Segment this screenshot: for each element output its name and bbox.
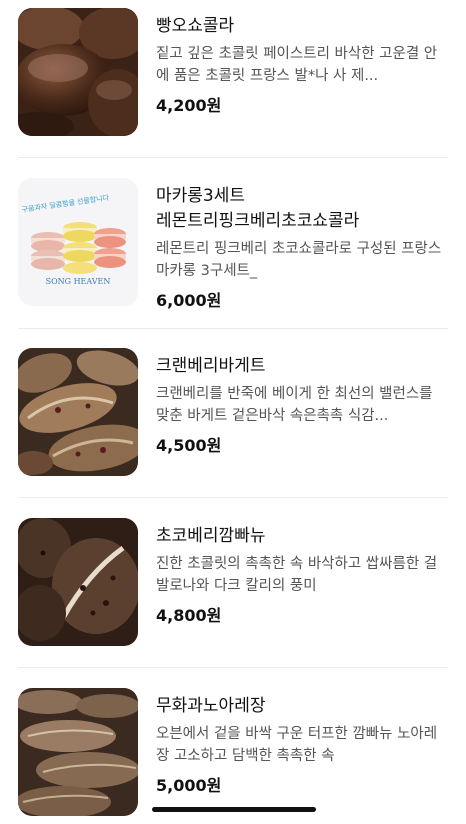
home-indicator[interactable] [152,807,316,812]
divider [18,497,448,498]
product-name: 마카롱3세트 레몬트리핑크베리초코쇼콜라 [156,186,360,231]
product-item[interactable]: 초코베리깜빠뉴 진한 초콜릿의 촉촉한 속 바삭하고 쌉싸름한 걸 발로나와 다… [18,518,448,650]
product-image-choco-berry-campagne [18,518,138,646]
divider [18,667,448,668]
product-description: 진한 초콜릿의 촉촉한 속 바삭하고 쌉싸름한 걸 발로나와 다크 칼리의 풍미 [156,556,438,594]
product-price: 4,500원 [156,436,222,455]
product-list: 빵오쇼콜라 짙고 깊은 초콜릿 페이스트리 바삭한 고운결 안에 품은 초콜릿 … [0,0,466,824]
divider [18,157,448,158]
product-item[interactable]: 구움과자 달콤함을 선물합니다 SONG HEAVEN 마카롱3세트 레몬트리핑… [18,178,448,310]
product-item[interactable]: 무화과노아레장 오븐에서 겉을 바싹 구운 터프한 깜빠뉴 노아레장 고소하고 … [18,688,448,820]
product-image-chocolate-pastry [18,8,138,136]
product-description: 짙고 깊은 초콜릿 페이스트리 바삭한 고운결 안에 품은 초콜릿 프랑스 발*… [156,46,438,84]
product-image-macaron-set: 구움과자 달콤함을 선물합니다 SONG HEAVEN [18,178,138,306]
brand-logo: SONG HEAVEN [46,277,111,286]
product-description: 크랜베리를 반죽에 베이게 한 최선의 밸런스를 맞춘 바게트 겉은바삭 속은촉… [156,386,433,424]
product-item[interactable]: 크랜베리바게트 크랜베리를 반죽에 베이게 한 최선의 밸런스를 맞춘 바게트 … [18,348,448,480]
product-image-fig-noix-raisin [18,688,138,816]
product-price: 6,000원 [156,291,222,310]
product-description: 레몬트리 핑크베리 초코쇼콜라로 구성된 프랑스마카롱 3구세트_ [156,241,442,279]
product-description: 오븐에서 겉을 바싹 구운 터프한 깜빠뉴 노아레장 고소하고 담백한 촉촉한 … [156,726,438,764]
product-name: 초코베리깜빠뉴 [156,526,266,546]
product-price: 5,000원 [156,776,222,795]
product-price: 4,200원 [156,96,222,115]
product-name: 크랜베리바게트 [156,356,266,376]
product-item[interactable]: 빵오쇼콜라 짙고 깊은 초콜릿 페이스트리 바삭한 고운결 안에 품은 초콜릿 … [18,8,448,140]
product-name: 빵오쇼콜라 [156,16,235,36]
product-image-cranberry-baguette [18,348,138,476]
product-price: 4,800원 [156,606,222,625]
product-name: 무화과노아레장 [156,696,266,716]
divider [18,328,448,329]
